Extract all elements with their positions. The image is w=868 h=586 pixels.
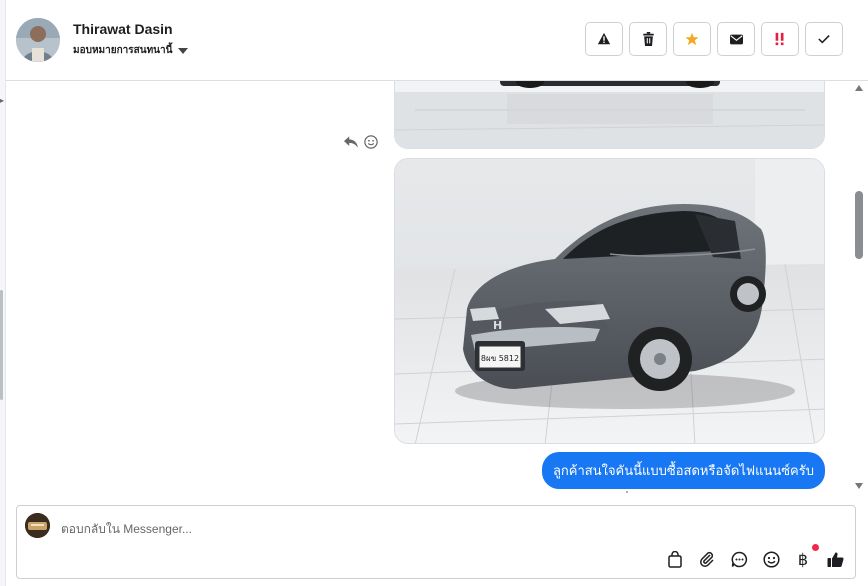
contact-avatar[interactable] <box>16 18 60 62</box>
outgoing-message-bubble[interactable]: ลูกค้าสนใจคันนี้แบบซื้อสดหรือจัดไฟแนนซ์ค… <box>541 452 825 489</box>
star-icon <box>685 32 699 46</box>
license-plate: 8ผข 5812 <box>481 354 519 363</box>
react-emoji-icon[interactable] <box>364 135 378 149</box>
scrollbar-thumb[interactable] <box>855 191 863 259</box>
paperclip-icon <box>700 551 714 567</box>
follow-up-button[interactable] <box>761 22 799 56</box>
reply-input[interactable]: ตอบกลับใน Messenger... <box>61 520 761 539</box>
saved-replies-button[interactable] <box>729 549 749 569</box>
like-button[interactable] <box>825 549 845 569</box>
saved-reply-icon <box>731 551 747 567</box>
chevron-down-icon <box>178 47 189 54</box>
priority-icon <box>775 32 784 46</box>
message-thread[interactable]: 8ผข 5812 H ลูกค้าสนใจคันนี้แบบซื้อสดหรือ… <box>6 81 849 495</box>
left-panel-scroll-indicator <box>0 290 3 400</box>
trash-icon <box>642 32 654 46</box>
mark-unread-button[interactable] <box>717 22 755 56</box>
baht-icon: ฿ <box>797 549 809 569</box>
page-avatar <box>25 513 50 538</box>
envelope-icon <box>729 34 743 44</box>
assign-label: มอบหมายการสนทนานี้ <box>73 45 173 56</box>
notification-dot <box>812 544 819 551</box>
bag-icon <box>668 550 682 568</box>
spam-icon <box>597 32 611 45</box>
emoji-button[interactable] <box>761 549 781 569</box>
message-hover-actions <box>344 135 378 149</box>
check-icon <box>818 35 830 44</box>
scroll-down-arrow-icon[interactable] <box>855 483 863 489</box>
payment-button[interactable]: ฿ <box>793 544 819 569</box>
mark-spam-button[interactable] <box>585 22 623 56</box>
car-photo-previous[interactable] <box>394 81 825 149</box>
reply-composer: ตอบกลับใน Messenger... ฿ <box>16 505 856 579</box>
car-photo[interactable]: 8ผข 5812 H <box>394 158 825 444</box>
thread-scrollbar[interactable] <box>851 81 868 495</box>
svg-text:H: H <box>493 319 502 332</box>
reply-icon[interactable] <box>344 136 358 148</box>
conversation-header: Thirawat Dasin มอบหมายการสนทนานี้ <box>6 0 868 81</box>
composer-tools: ฿ <box>665 544 845 569</box>
delete-button[interactable] <box>629 22 667 56</box>
seen-indicator <box>626 491 628 493</box>
mark-done-button[interactable] <box>805 22 843 56</box>
scroll-up-arrow-icon[interactable] <box>855 85 863 91</box>
thumbs-up-icon <box>827 551 844 567</box>
conversation-actions <box>585 22 843 56</box>
assign-conversation-dropdown[interactable]: มอบหมายการสนทนานี้ <box>73 43 189 58</box>
emoji-icon <box>762 550 780 568</box>
panel-tick: ▸ <box>0 96 5 105</box>
attach-button[interactable] <box>697 549 717 569</box>
contact-name[interactable]: Thirawat Dasin <box>73 21 173 37</box>
star-button[interactable] <box>673 22 711 56</box>
shop-button[interactable] <box>665 549 685 569</box>
